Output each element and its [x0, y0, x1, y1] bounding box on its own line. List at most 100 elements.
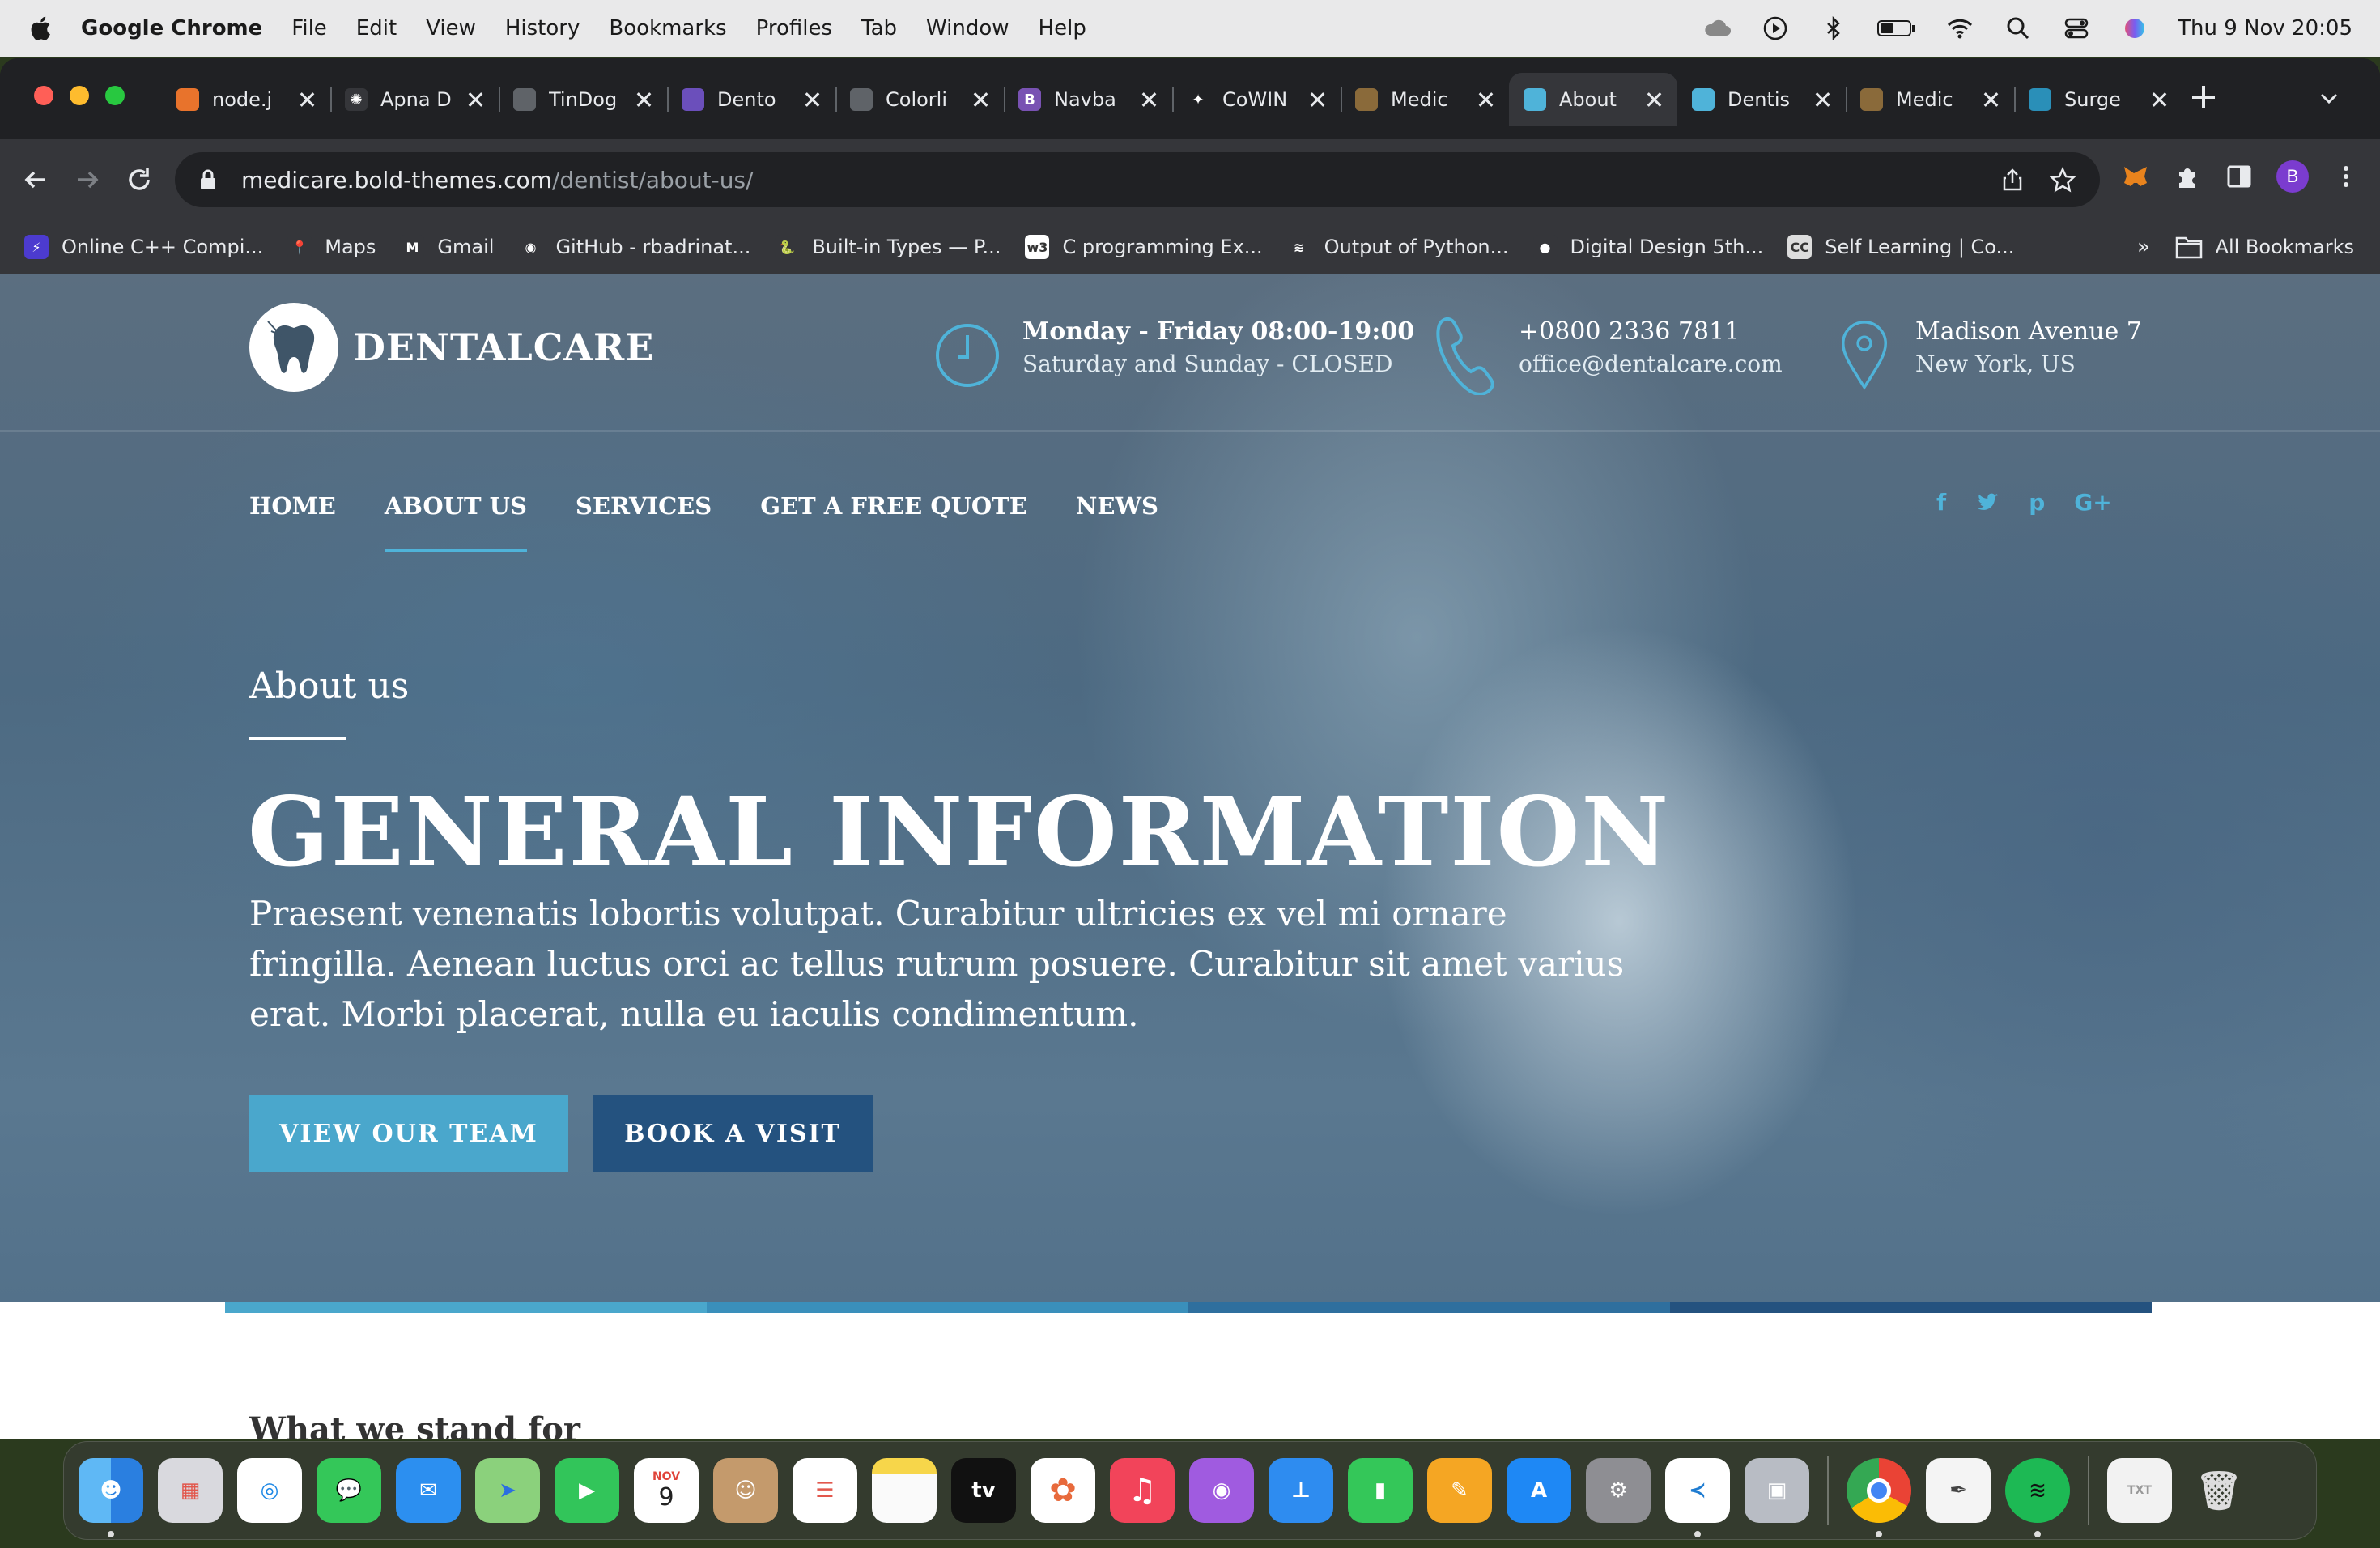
all-bookmarks-button[interactable]: All Bookmarks [2175, 230, 2354, 264]
menu-edit[interactable]: Edit [356, 16, 397, 40]
browser-tab[interactable]: TinDog [499, 73, 667, 126]
chrome-menu-kebab-icon[interactable] [2331, 162, 2361, 191]
mail-icon[interactable]: ✉ [396, 1458, 461, 1523]
close-tab-icon[interactable] [803, 91, 821, 108]
apple-tv-icon[interactable]: tv [951, 1458, 1016, 1523]
tab-search-chevron-icon[interactable] [2317, 86, 2341, 110]
close-tab-icon[interactable] [1477, 91, 1494, 108]
bookmark-item[interactable]: 📍 Maps [287, 235, 376, 259]
close-tab-icon[interactable] [635, 91, 652, 108]
phone-number[interactable]: +0800 2336 7811 [1519, 316, 1783, 348]
close-tab-icon[interactable] [1813, 91, 1831, 108]
book-a-visit-button[interactable]: BOOK A VISIT [593, 1095, 873, 1172]
browser-tab[interactable]: Dentis [1677, 73, 1846, 126]
browser-tab[interactable]: Surge [2014, 73, 2182, 126]
launchpad-icon[interactable]: ▦ [158, 1458, 223, 1523]
spotlight-search-icon[interactable] [2003, 15, 2034, 42]
close-tab-icon[interactable] [298, 91, 316, 108]
menu-file[interactable]: File [291, 16, 327, 40]
nav-home[interactable]: HOME [249, 492, 336, 552]
close-window-button[interactable] [34, 86, 53, 105]
txt-document-icon[interactable]: TXT [2107, 1458, 2172, 1523]
chrome-icon[interactable] [1847, 1458, 1911, 1537]
menu-bookmarks[interactable]: Bookmarks [609, 16, 726, 40]
vscode-icon[interactable]: ≺ [1665, 1458, 1730, 1537]
maps-icon[interactable]: ➤ [475, 1458, 540, 1523]
back-arrow-icon[interactable] [19, 164, 52, 196]
side-panel-icon[interactable] [2225, 162, 2254, 191]
browser-tab[interactable]: B Navba [1004, 73, 1172, 126]
menu-history[interactable]: History [505, 16, 580, 40]
numbers-icon[interactable]: ▮ [1348, 1458, 1413, 1523]
bookmark-item[interactable]: ● Digital Design 5th... [1532, 235, 1763, 259]
close-tab-icon[interactable] [1308, 91, 1326, 108]
bookmark-item[interactable]: ≋ Output of Python... [1286, 235, 1509, 259]
metamask-fox-icon[interactable] [2121, 162, 2150, 191]
menu-app-name[interactable]: Google Chrome [81, 16, 262, 40]
notes-icon[interactable] [872, 1458, 937, 1523]
nav-news[interactable]: NEWS [1076, 492, 1158, 552]
nav-services[interactable]: SERVICES [576, 492, 712, 552]
bookmark-star-icon[interactable] [2050, 167, 2076, 193]
menubar-clock[interactable]: Thu 9 Nov 20:05 [2178, 16, 2352, 40]
bookmarks-overflow-button[interactable]: » [2137, 235, 2150, 259]
trash-icon[interactable]: 🗑 [2187, 1458, 2251, 1523]
nav-about-us[interactable]: ABOUT US [384, 492, 527, 552]
browser-tab[interactable]: Medic [1846, 73, 2014, 126]
facetime-icon[interactable]: ▶ [555, 1458, 619, 1523]
bookmark-item[interactable]: M Gmail [400, 235, 494, 259]
safari-icon[interactable]: ◎ [237, 1458, 302, 1523]
close-tab-icon[interactable] [1982, 91, 2000, 108]
battery-icon[interactable] [1876, 15, 1917, 42]
profile-avatar[interactable]: B [2276, 160, 2309, 193]
lock-icon[interactable] [199, 168, 217, 191]
nav-get-a-free-quote[interactable]: GET A FREE QUOTE [760, 492, 1027, 552]
apple-icon[interactable] [28, 15, 52, 42]
finder-icon[interactable]: ☻ [79, 1458, 143, 1537]
music-icon[interactable]: ♫ [1110, 1458, 1175, 1523]
close-tab-icon[interactable] [971, 91, 989, 108]
system-settings-icon[interactable]: ⚙ [1586, 1458, 1651, 1523]
minimize-window-button[interactable] [70, 86, 89, 105]
cloud-icon[interactable] [1702, 15, 1732, 42]
bookmark-item[interactable]: ◉ GitHub - rbadrinat... [518, 235, 750, 259]
extensions-puzzle-icon[interactable] [2173, 162, 2202, 191]
close-tab-icon[interactable] [2150, 91, 2168, 108]
menu-window[interactable]: Window [926, 16, 1009, 40]
share-icon[interactable] [2000, 167, 2025, 193]
reload-icon[interactable] [123, 164, 155, 196]
menu-help[interactable]: Help [1039, 16, 1086, 40]
siri-icon[interactable] [2119, 15, 2150, 42]
textedit-icon[interactable]: ✒ [1926, 1458, 1991, 1523]
facebook-icon[interactable]: f [1936, 489, 1946, 516]
site-logo[interactable]: DENTALCARE [249, 303, 654, 392]
bluetooth-icon[interactable] [1818, 15, 1849, 42]
new-tab-button[interactable] [2189, 83, 2218, 112]
google-plus-icon[interactable]: G+ [2074, 489, 2111, 516]
menu-tab[interactable]: Tab [861, 16, 897, 40]
browser-tab[interactable]: Medic [1341, 73, 1509, 126]
address-bar[interactable]: medicare.bold-themes.com/dentist/about-u… [175, 152, 2100, 207]
app-store-icon[interactable]: A [1507, 1458, 1571, 1523]
twitter-icon[interactable] [1975, 492, 2000, 513]
reminders-icon[interactable]: ☰ [793, 1458, 857, 1523]
play-circle-icon[interactable] [1760, 15, 1791, 42]
bookmark-item[interactable]: CC Self Learning | Co... [1787, 235, 2014, 259]
browser-tab[interactable]: node.j [162, 73, 330, 126]
calendar-icon[interactable]: NOV 9 [634, 1458, 699, 1523]
migration-assistant-icon[interactable]: ▣ [1745, 1458, 1809, 1523]
menu-view[interactable]: View [426, 16, 476, 40]
forward-arrow-icon[interactable] [71, 164, 104, 196]
bookmark-item[interactable]: 🐍 Built-in Types — P... [775, 235, 1001, 259]
close-tab-icon[interactable] [466, 91, 484, 108]
spotify-icon[interactable]: ≋ [2005, 1458, 2070, 1537]
podcasts-icon[interactable]: ◉ [1189, 1458, 1254, 1523]
browser-tab[interactable]: ✺ Apna D [330, 73, 499, 126]
messages-icon[interactable]: 💬 [317, 1458, 381, 1523]
contacts-icon[interactable]: ☺ [713, 1458, 778, 1523]
bookmark-item[interactable]: ⚡ Online C++ Compi... [24, 235, 263, 259]
photos-icon[interactable]: ✿ [1031, 1458, 1095, 1523]
pinterest-icon[interactable]: p [2029, 489, 2045, 516]
email-address[interactable]: office@dentalcare.com [1519, 348, 1783, 381]
control-center-icon[interactable] [2061, 15, 2092, 42]
